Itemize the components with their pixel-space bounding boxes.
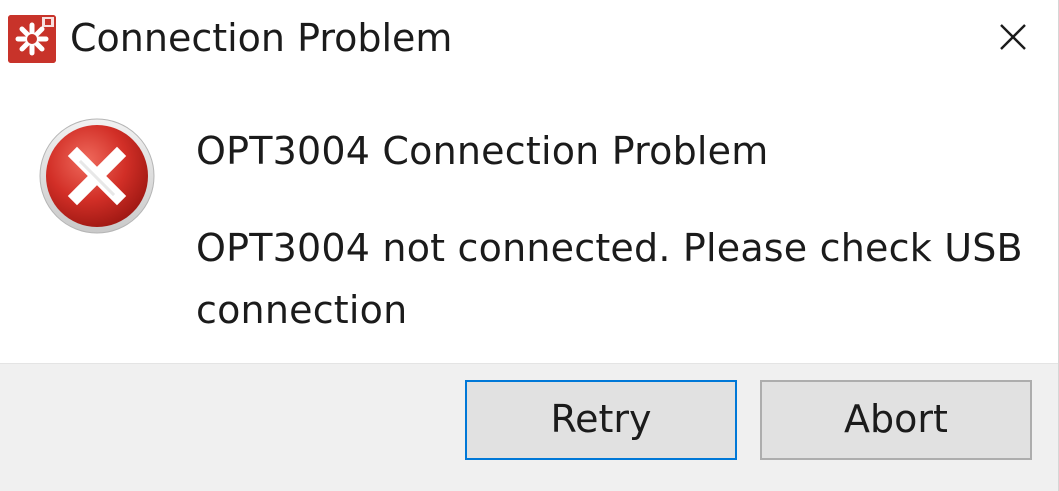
message-heading: OPT3004 Connection Problem	[196, 129, 769, 173]
app-logo-icon	[8, 15, 56, 63]
button-bar: Retry Abort	[0, 363, 1058, 491]
title-bar[interactable]: Connection Problem	[0, 0, 1058, 82]
close-icon	[1000, 24, 1026, 50]
close-button[interactable]	[980, 10, 1046, 64]
error-icon	[37, 116, 157, 236]
abort-button[interactable]: Abort	[760, 380, 1032, 460]
message-body: OPT3004 not connected. Please check USB …	[196, 226, 1023, 332]
retry-button[interactable]: Retry	[465, 380, 737, 460]
connection-problem-dialog: Connection Problem OPT3004 Connection Pr…	[0, 0, 1059, 491]
window-title: Connection Problem	[70, 16, 453, 60]
